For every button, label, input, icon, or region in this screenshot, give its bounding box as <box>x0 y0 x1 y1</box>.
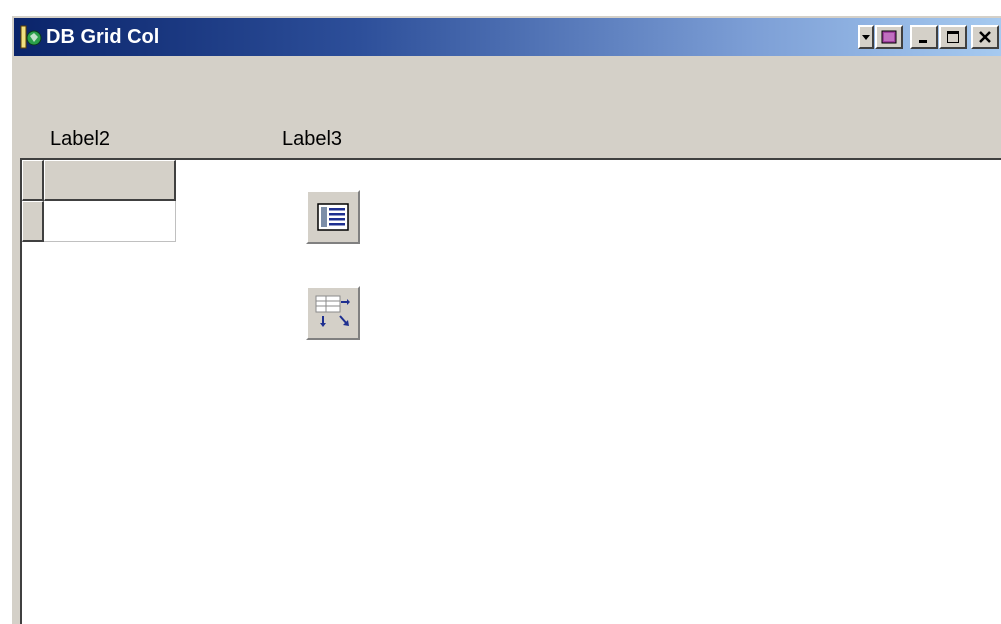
system-menu-icon <box>881 30 897 44</box>
minimize-icon <box>919 40 927 43</box>
form-client-area <box>20 158 1001 624</box>
grid-header-row <box>22 160 176 201</box>
maximize-icon <box>947 31 959 43</box>
table-component[interactable] <box>306 286 360 340</box>
grid-column-header[interactable] <box>44 160 176 201</box>
form-window: DB Grid Col Label2 Label3 <box>10 14 1001 624</box>
system-menu-button[interactable] <box>875 25 903 49</box>
datasource-component[interactable] <box>306 190 360 244</box>
title-bar[interactable]: DB Grid Col <box>14 18 1001 56</box>
db-grid[interactable] <box>22 160 176 246</box>
title-bar-buttons <box>857 25 999 51</box>
grid-data-row <box>22 201 176 242</box>
close-button[interactable] <box>971 25 999 49</box>
datasource-icon <box>317 203 349 231</box>
label2: Label2 <box>50 128 111 150</box>
maximize-button[interactable] <box>939 25 967 49</box>
grid-indicator-cell <box>22 160 44 201</box>
label3: Label3 <box>282 128 343 150</box>
grid-cell[interactable] <box>44 201 176 242</box>
minimize-button[interactable] <box>910 25 938 49</box>
system-menu-dropdown[interactable] <box>858 25 874 49</box>
delphi-app-icon[interactable] <box>20 25 42 49</box>
chevron-down-icon <box>862 35 870 40</box>
table-icon <box>315 295 350 327</box>
grid-indicator-cell <box>22 201 44 242</box>
window-title: DB Grid Col <box>46 25 160 48</box>
close-icon <box>979 31 991 43</box>
form-top-panel <box>14 56 1001 156</box>
